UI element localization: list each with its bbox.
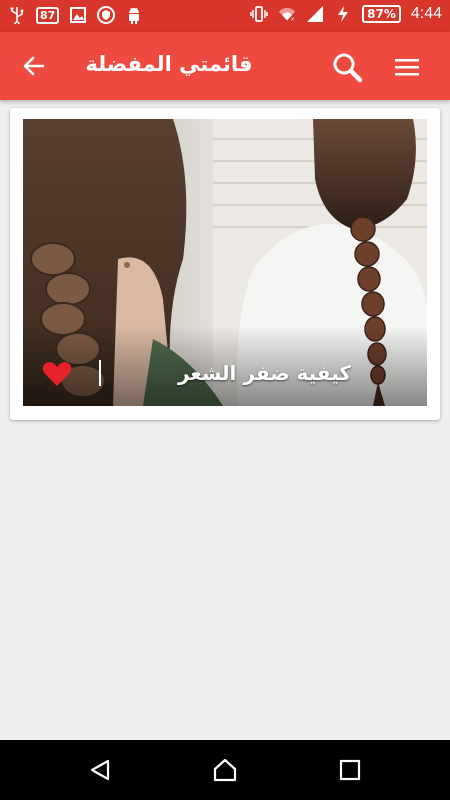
image-icon bbox=[69, 6, 87, 24]
braided-hair-photo[interactable]: كيفية ضفر الشعر bbox=[23, 119, 427, 406]
back-triangle-icon bbox=[90, 759, 110, 781]
system-nav-bar bbox=[0, 740, 450, 800]
android-icon bbox=[125, 6, 143, 24]
favorite-button[interactable] bbox=[41, 359, 73, 389]
vpn-shield-icon bbox=[97, 6, 116, 24]
clock: 4:44 bbox=[410, 5, 442, 22]
title-divider bbox=[99, 360, 101, 386]
status-bar: 87 x 87% 4:44 bbox=[0, 0, 450, 32]
favorite-card[interactable]: كيفية ضفر الشعر bbox=[10, 108, 440, 420]
nav-recents-button[interactable] bbox=[334, 754, 366, 786]
heart-icon bbox=[42, 362, 72, 386]
usb-icon bbox=[8, 6, 26, 24]
wifi-icon: x bbox=[278, 5, 296, 23]
back-button[interactable] bbox=[14, 46, 54, 86]
svg-text:x: x bbox=[291, 17, 294, 23]
home-icon bbox=[213, 758, 237, 782]
vibrate-icon bbox=[250, 5, 268, 23]
charging-icon bbox=[334, 5, 352, 23]
search-button[interactable] bbox=[326, 46, 368, 88]
hamburger-menu-icon bbox=[395, 59, 419, 76]
arrow-left-icon bbox=[23, 56, 45, 76]
notification-badge: 87 bbox=[36, 6, 60, 24]
signal-icon bbox=[306, 5, 324, 23]
menu-button[interactable] bbox=[386, 46, 428, 88]
card-title: كيفية ضفر الشعر bbox=[177, 361, 351, 385]
search-icon bbox=[333, 53, 363, 83]
app-bar: قائمتي المفضلة bbox=[0, 32, 450, 100]
battery-icon: 87% bbox=[362, 5, 401, 23]
nav-back-button[interactable] bbox=[84, 754, 116, 786]
page-title: قائمتي المفضلة bbox=[85, 52, 253, 76]
nav-home-button[interactable] bbox=[209, 754, 241, 786]
recents-square-icon bbox=[339, 759, 361, 781]
